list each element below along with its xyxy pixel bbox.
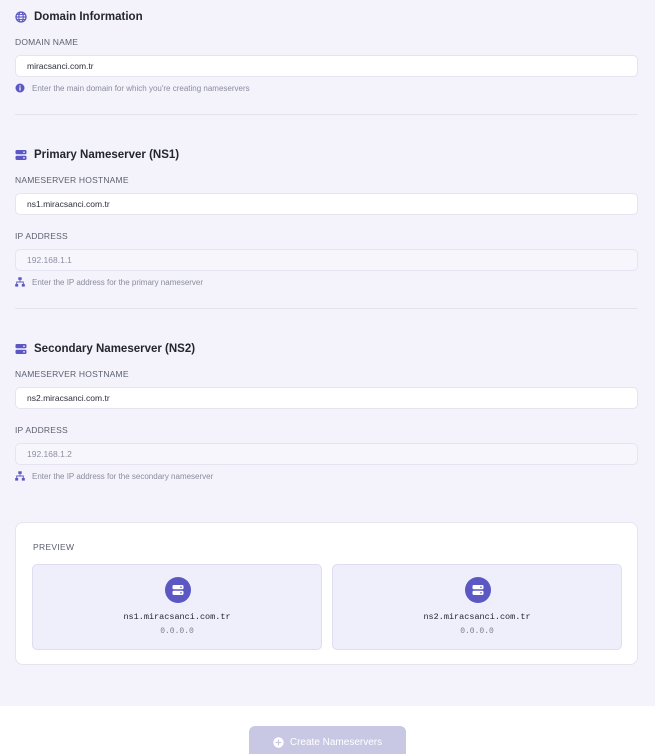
ns2-ip-input[interactable]: 192.168.1.2 <box>15 443 638 465</box>
preview-ns2-box: ns2.miracsanci.com.tr 0.0.0.0 <box>332 564 622 650</box>
domain-name-input[interactable]: miracsanci.com.tr <box>15 55 638 77</box>
primary-section-title: Primary Nameserver (NS1) <box>15 149 179 161</box>
preview-ns2-hostname: ns2.miracsanci.com.tr <box>423 612 531 622</box>
ns1-ip-input[interactable]: 192.168.1.1 <box>15 249 638 271</box>
preview-title: PREVIEW <box>33 542 75 552</box>
secondary-section-heading: Secondary Nameserver (NS2) <box>34 343 196 355</box>
network-icon <box>15 277 25 287</box>
secondary-section-title: Secondary Nameserver (NS2) <box>15 343 195 355</box>
ns2-ip-hint: Enter the IP address for the secondary n… <box>15 471 213 481</box>
preview-ns1-hostname: ns1.miracsanci.com.tr <box>123 612 231 622</box>
server-icon <box>165 577 191 603</box>
preview-ns2-ip: 0.0.0.0 <box>460 627 494 636</box>
ns1-ip-hint-text: Enter the IP address for the primary nam… <box>32 277 204 287</box>
domain-section-heading: Domain Information <box>34 11 143 23</box>
domain-section-title: Domain Information <box>15 11 143 23</box>
info-icon <box>15 83 25 93</box>
nameserver-form-panel: Domain Information DOMAIN NAME miracsanc… <box>0 0 655 706</box>
ns1-hostname-input[interactable]: ns1.miracsanci.com.tr <box>15 193 638 215</box>
domain-name-hint: Enter the main domain for which you're c… <box>15 83 250 93</box>
plus-circle-icon <box>273 737 284 748</box>
create-nameservers-button[interactable]: Create Nameservers <box>249 726 406 754</box>
ns2-hostname-label: NAMESERVER HOSTNAME <box>15 369 129 379</box>
server-icon <box>465 577 491 603</box>
primary-section-heading: Primary Nameserver (NS1) <box>34 149 180 161</box>
preview-ns1-ip: 0.0.0.0 <box>160 627 194 636</box>
ns1-hostname-label: NAMESERVER HOSTNAME <box>15 175 129 185</box>
ns2-hostname-input[interactable]: ns2.miracsanci.com.tr <box>15 387 638 409</box>
create-nameservers-label: Create Nameservers <box>289 737 383 748</box>
section-divider <box>15 308 638 309</box>
server-icon <box>15 343 27 355</box>
server-icon <box>15 149 27 161</box>
section-divider <box>15 114 638 115</box>
preview-card: PREVIEW ns1.miracsanci.com.tr 0.0.0.0 ns… <box>15 522 638 665</box>
domain-name-hint-text: Enter the main domain for which you're c… <box>32 83 250 93</box>
preview-ns1-box: ns1.miracsanci.com.tr 0.0.0.0 <box>32 564 322 650</box>
network-icon <box>15 471 25 481</box>
ns1-ip-label: IP ADDRESS <box>15 231 68 241</box>
globe-icon <box>15 11 27 23</box>
ns2-ip-hint-text: Enter the IP address for the secondary n… <box>32 471 214 481</box>
domain-name-label: DOMAIN NAME <box>15 37 79 47</box>
ns2-ip-label: IP ADDRESS <box>15 425 68 435</box>
ns1-ip-hint: Enter the IP address for the primary nam… <box>15 277 203 287</box>
